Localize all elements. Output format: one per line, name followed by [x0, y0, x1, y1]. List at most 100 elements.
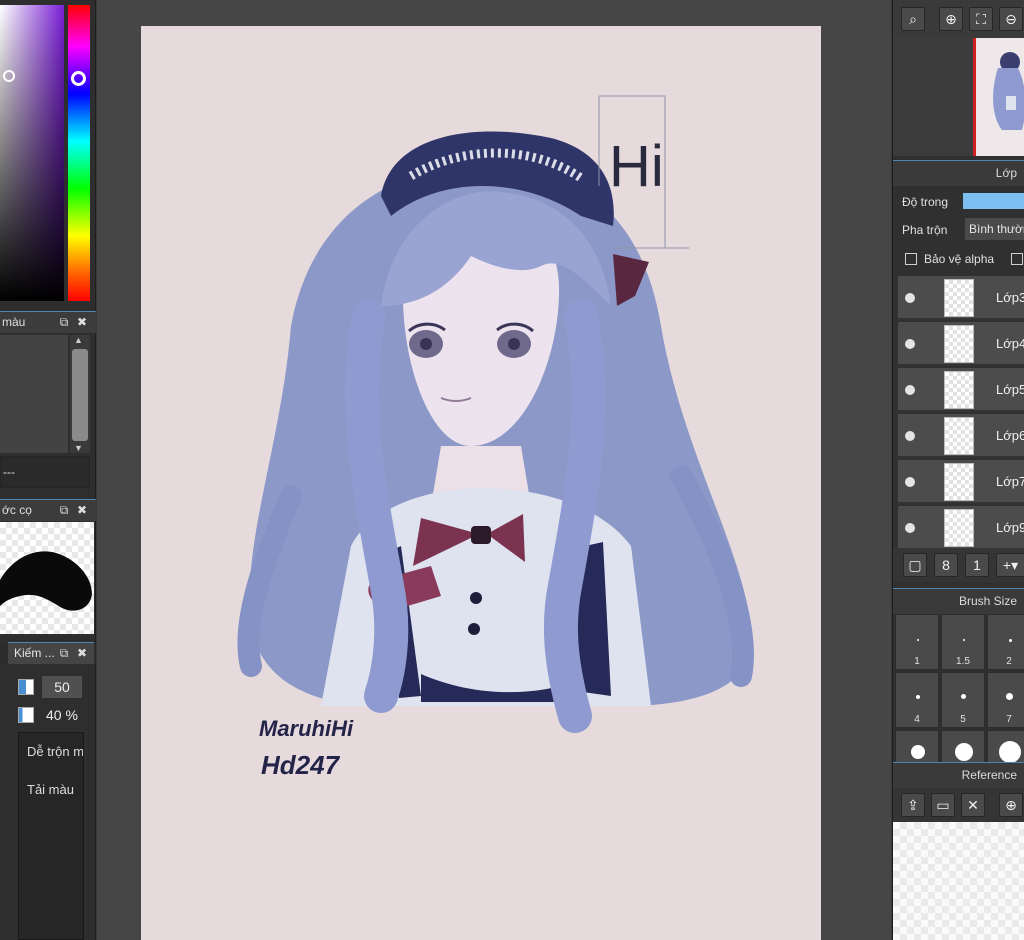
brush-size-cell[interactable]: 5	[941, 672, 985, 728]
brush-size-row[interactable]: 50	[18, 675, 90, 698]
protect-alpha-label: Bảo vệ alpha	[924, 252, 995, 266]
layer-name: Lớp6	[996, 428, 1024, 443]
brush-shape-title: ớc cọ	[2, 503, 32, 517]
mode-blend[interactable]: Dễ trộn màu	[27, 744, 83, 759]
saturation-value-handle[interactable]	[3, 70, 15, 82]
brush-opacity-row[interactable]: 40 %	[18, 703, 90, 725]
layer-name: Lớp3	[996, 290, 1024, 305]
visibility-icon[interactable]	[905, 339, 915, 349]
mode-load-color[interactable]: Tải màu	[27, 782, 83, 797]
new-1bit-layer-icon[interactable]: 1	[965, 553, 989, 577]
new-layer-icon[interactable]: ▢	[903, 553, 927, 577]
clipping-checkbox[interactable]	[1011, 253, 1023, 265]
brush-size-cell[interactable]: 7	[987, 672, 1024, 728]
visibility-icon[interactable]	[905, 431, 915, 441]
zoom-in-icon[interactable]: ⊕	[939, 7, 963, 31]
brush-size-value[interactable]: 50	[42, 676, 82, 698]
layer-row[interactable]: Lớp5	[898, 368, 1024, 412]
brush-stroke-preview	[0, 522, 94, 634]
color-saturation-value-picker[interactable]	[0, 5, 64, 301]
scroll-down-icon[interactable]: ▼	[74, 443, 83, 453]
app-window: màu ⧉ ✖ ▲ ▼ --- ớc cọ ⧉ ✖ Kiếm ... ⧉ ✖ 5…	[0, 0, 1024, 940]
layer-row[interactable]: Lớp4	[898, 322, 1024, 366]
layer-name: Lớp5	[996, 382, 1024, 397]
brush-size-label: 1.5	[956, 656, 970, 667]
fit-screen-icon[interactable]: ⛶	[969, 7, 993, 31]
layer-thumbnail	[944, 371, 974, 409]
layer-thumbnail	[944, 279, 974, 317]
navigator-thumbnail[interactable]	[973, 38, 1024, 156]
tool-tab-label: Kiếm ...	[14, 646, 55, 660]
protect-alpha-checkbox[interactable]	[905, 253, 917, 265]
brush-size-grid: 1 1.5 2 4 5 7	[893, 614, 1024, 786]
brush-size-label: 2	[1006, 656, 1012, 667]
close-icon[interactable]: ✖	[76, 504, 88, 516]
tab-tool-settings[interactable]: Kiếm ... ⧉ ✖	[8, 642, 94, 664]
brush-size-cell[interactable]: 4	[895, 672, 939, 728]
layer-row[interactable]: Lớp7	[898, 460, 1024, 504]
blend-mode-select[interactable]: Bình thường	[965, 218, 1024, 240]
layer-name: Lớp9	[996, 520, 1024, 535]
close-icon[interactable]: ✖	[76, 647, 88, 659]
scroll-up-icon[interactable]: ▲	[74, 335, 83, 345]
layer-row[interactable]: Lớp6	[898, 414, 1024, 458]
zoom-tool-icon[interactable]: ⌕	[901, 7, 925, 31]
hi-sign-text: Hi	[609, 134, 664, 199]
artwork: MaruhiHi Hd247 Hi	[237, 95, 754, 780]
brush-shape-header: ớc cọ ⧉ ✖	[0, 499, 96, 521]
new-8bit-layer-icon[interactable]: 8	[934, 553, 958, 577]
brush-mode-list: Dễ trộn màu Tải màu	[18, 732, 84, 940]
upload-icon[interactable]: ⇪	[901, 793, 925, 817]
brush-size-label: 1	[914, 656, 920, 667]
open-folder-icon[interactable]: ▭	[931, 793, 955, 817]
reference-canvas[interactable]	[893, 822, 1024, 940]
zoom-in-icon[interactable]: ⊕	[999, 793, 1023, 817]
navigator-panel	[893, 38, 1024, 156]
canvas-area[interactable]: MaruhiHi Hd247 Hi ▲	[97, 0, 985, 940]
scroll-thumb[interactable]	[72, 349, 88, 441]
reference-header: Reference	[893, 762, 1024, 788]
visibility-icon[interactable]	[905, 523, 915, 533]
hue-handle[interactable]	[71, 71, 86, 86]
layer-thumbnail	[944, 417, 974, 455]
popout-icon[interactable]: ⧉	[58, 316, 70, 328]
color-list-title: màu	[2, 315, 26, 329]
opacity-slider-icon[interactable]	[18, 707, 34, 723]
popout-icon[interactable]: ⧉	[58, 647, 70, 659]
hue-slider[interactable]	[68, 5, 90, 301]
popout-icon[interactable]: ⧉	[58, 504, 70, 516]
brush-size-header: Brush Size	[893, 588, 1024, 614]
left-panel: màu ⧉ ✖ ▲ ▼ --- ớc cọ ⧉ ✖ Kiếm ... ⧉ ✖ 5…	[0, 0, 96, 940]
brush-size-cell[interactable]: 1.5	[941, 614, 985, 670]
tool-tabs: Kiếm ... ⧉ ✖	[0, 642, 96, 664]
close-icon[interactable]: ✖	[76, 316, 88, 328]
color-list-scrollbar[interactable]: ▲ ▼	[70, 335, 90, 453]
size-slider-icon[interactable]	[18, 679, 34, 695]
layer-thumbnail	[944, 463, 974, 501]
navigator-toolbar: ⌕ ⊕ ⛶ ⊖	[893, 0, 1024, 38]
visibility-icon[interactable]	[905, 293, 915, 303]
reference-toolbar: ⇪ ▭ ✕ ⊕	[893, 788, 1024, 822]
zoom-out-icon[interactable]: ⊖	[999, 7, 1023, 31]
layer-name: Lớp4	[996, 336, 1024, 351]
close-icon[interactable]: ✕	[961, 793, 985, 817]
layer-thumbnail	[944, 509, 974, 547]
layer-row[interactable]: Lớp9	[898, 506, 1024, 550]
brush-opacity-value[interactable]: 40 %	[46, 704, 78, 726]
visibility-icon[interactable]	[905, 385, 915, 395]
brush-size-label: 4	[914, 714, 920, 725]
layer-opacity-slider[interactable]	[963, 193, 1024, 209]
color-set-select[interactable]: ---	[0, 456, 90, 488]
layer-toolbar: ▢ 8 1 +▾	[893, 548, 1024, 582]
visibility-icon[interactable]	[905, 477, 915, 487]
add-layer-dropdown-icon[interactable]: +▾	[996, 553, 1024, 577]
color-list-header: màu ⧉ ✖	[0, 311, 96, 333]
layer-row[interactable]: Lớp3	[898, 276, 1024, 320]
brush-size-cell[interactable]: 1	[895, 614, 939, 670]
brush-size-cell[interactable]: 2	[987, 614, 1024, 670]
color-list[interactable]	[0, 335, 68, 453]
signature-line-2: Hd247	[261, 750, 341, 780]
brush-size-label: 5	[960, 714, 966, 725]
blend-label: Pha trộn	[902, 223, 948, 237]
drawing-canvas[interactable]: MaruhiHi Hd247 Hi	[141, 26, 821, 940]
